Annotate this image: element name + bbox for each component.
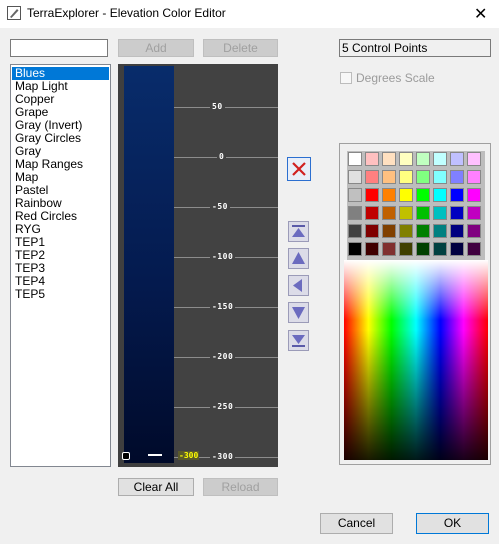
control-point-handle[interactable] <box>122 452 130 460</box>
color-swatch[interactable] <box>382 152 396 166</box>
color-swatch[interactable] <box>382 170 396 184</box>
reload-button[interactable]: Reload <box>203 478 278 496</box>
color-gradient-bar[interactable] <box>124 66 174 463</box>
close-icon[interactable]: ✕ <box>474 4 487 24</box>
color-swatch[interactable] <box>450 224 464 238</box>
color-swatch[interactable] <box>433 170 447 184</box>
arrow-bottom-icon <box>292 335 305 347</box>
cancel-button[interactable]: Cancel <box>320 513 393 534</box>
color-swatch[interactable] <box>416 152 430 166</box>
color-swatch[interactable] <box>348 206 362 220</box>
color-swatch[interactable] <box>348 242 362 256</box>
color-swatch[interactable] <box>365 224 379 238</box>
color-swatch[interactable] <box>348 170 362 184</box>
color-swatch[interactable] <box>399 188 413 202</box>
color-picker[interactable] <box>339 143 491 465</box>
degrees-scale-checkbox[interactable] <box>340 72 352 84</box>
swatch-grid[interactable] <box>347 151 485 261</box>
color-swatch[interactable] <box>365 206 379 220</box>
color-swatch[interactable] <box>382 242 396 256</box>
arrow-down-icon <box>292 307 305 319</box>
scale-tick-line <box>174 107 278 108</box>
color-swatch[interactable] <box>399 170 413 184</box>
elevation-scale: 50 0 -50 -100 -150 -200 -250 -300 <box>174 64 278 467</box>
color-swatch[interactable] <box>365 152 379 166</box>
scale-tick-label: 50 <box>210 102 225 111</box>
control-point-value: -300 <box>178 451 200 460</box>
ok-button[interactable]: OK <box>416 513 489 534</box>
color-swatch[interactable] <box>467 188 481 202</box>
color-swatch[interactable] <box>416 206 430 220</box>
elevation-ramp[interactable]: 50 0 -50 -100 -150 -200 -250 -300 -300 <box>118 64 278 467</box>
color-swatch[interactable] <box>382 224 396 238</box>
scale-tick-label: -200 <box>210 352 236 361</box>
scheme-name-input[interactable] <box>10 39 108 57</box>
clear-all-button[interactable]: Clear All <box>118 478 194 496</box>
move-bottom-button[interactable] <box>288 330 309 351</box>
color-swatch[interactable] <box>399 242 413 256</box>
arrow-top-icon <box>292 225 305 237</box>
color-scheme-list[interactable]: Blues Map Light Copper Grape Gray (Invert) Gr… <box>10 64 111 467</box>
color-swatch[interactable] <box>365 242 379 256</box>
color-swatch[interactable] <box>433 188 447 202</box>
list-item[interactable]: TEP5 <box>12 288 109 301</box>
color-swatch[interactable] <box>450 170 464 184</box>
color-swatch[interactable] <box>365 188 379 202</box>
scale-tick-label: -50 <box>210 202 230 211</box>
color-swatch[interactable] <box>467 170 481 184</box>
color-swatch[interactable] <box>382 206 396 220</box>
color-swatch[interactable] <box>416 224 430 238</box>
color-swatch[interactable] <box>399 152 413 166</box>
control-points-status: 5 Control Points <box>339 39 491 57</box>
color-swatch[interactable] <box>416 170 430 184</box>
arrow-left-icon <box>293 279 302 292</box>
color-swatch[interactable] <box>467 152 481 166</box>
scale-tick-label: -300 <box>210 452 236 461</box>
arrow-up-icon <box>292 252 305 264</box>
delete-control-point-button[interactable] <box>287 157 311 181</box>
color-swatch[interactable] <box>467 224 481 238</box>
color-swatch[interactable] <box>399 224 413 238</box>
move-down-button[interactable] <box>288 302 309 323</box>
add-button[interactable]: Add <box>118 39 194 57</box>
control-point-marker <box>148 454 162 456</box>
scale-tick-label: 0 <box>217 152 227 161</box>
color-swatch[interactable] <box>382 188 396 202</box>
color-swatch[interactable] <box>450 188 464 202</box>
color-swatch[interactable] <box>399 206 413 220</box>
delete-button[interactable]: Delete <box>203 39 278 57</box>
red-x-icon <box>292 162 306 176</box>
color-spectrum[interactable] <box>344 260 488 460</box>
color-swatch[interactable] <box>450 242 464 256</box>
degrees-scale-label: Degrees Scale <box>356 71 435 85</box>
color-swatch[interactable] <box>416 188 430 202</box>
color-swatch[interactable] <box>348 188 362 202</box>
color-swatch[interactable] <box>365 170 379 184</box>
color-swatch[interactable] <box>348 224 362 238</box>
color-swatch[interactable] <box>433 224 447 238</box>
scale-tick-label: -100 <box>210 252 236 261</box>
color-swatch[interactable] <box>467 242 481 256</box>
window-title: TerraExplorer - Elevation Color Editor <box>27 6 226 20</box>
color-swatch[interactable] <box>433 152 447 166</box>
color-swatch[interactable] <box>416 242 430 256</box>
move-left-button[interactable] <box>288 275 309 296</box>
color-swatch[interactable] <box>467 206 481 220</box>
color-swatch[interactable] <box>433 242 447 256</box>
app-pen-icon <box>7 6 21 20</box>
move-up-button[interactable] <box>288 248 309 269</box>
color-swatch[interactable] <box>450 152 464 166</box>
scale-tick-label: -250 <box>210 402 236 411</box>
color-swatch[interactable] <box>433 206 447 220</box>
color-swatch[interactable] <box>348 152 362 166</box>
color-swatch[interactable] <box>450 206 464 220</box>
move-top-button[interactable] <box>288 221 309 242</box>
scale-tick-label: -150 <box>210 302 236 311</box>
